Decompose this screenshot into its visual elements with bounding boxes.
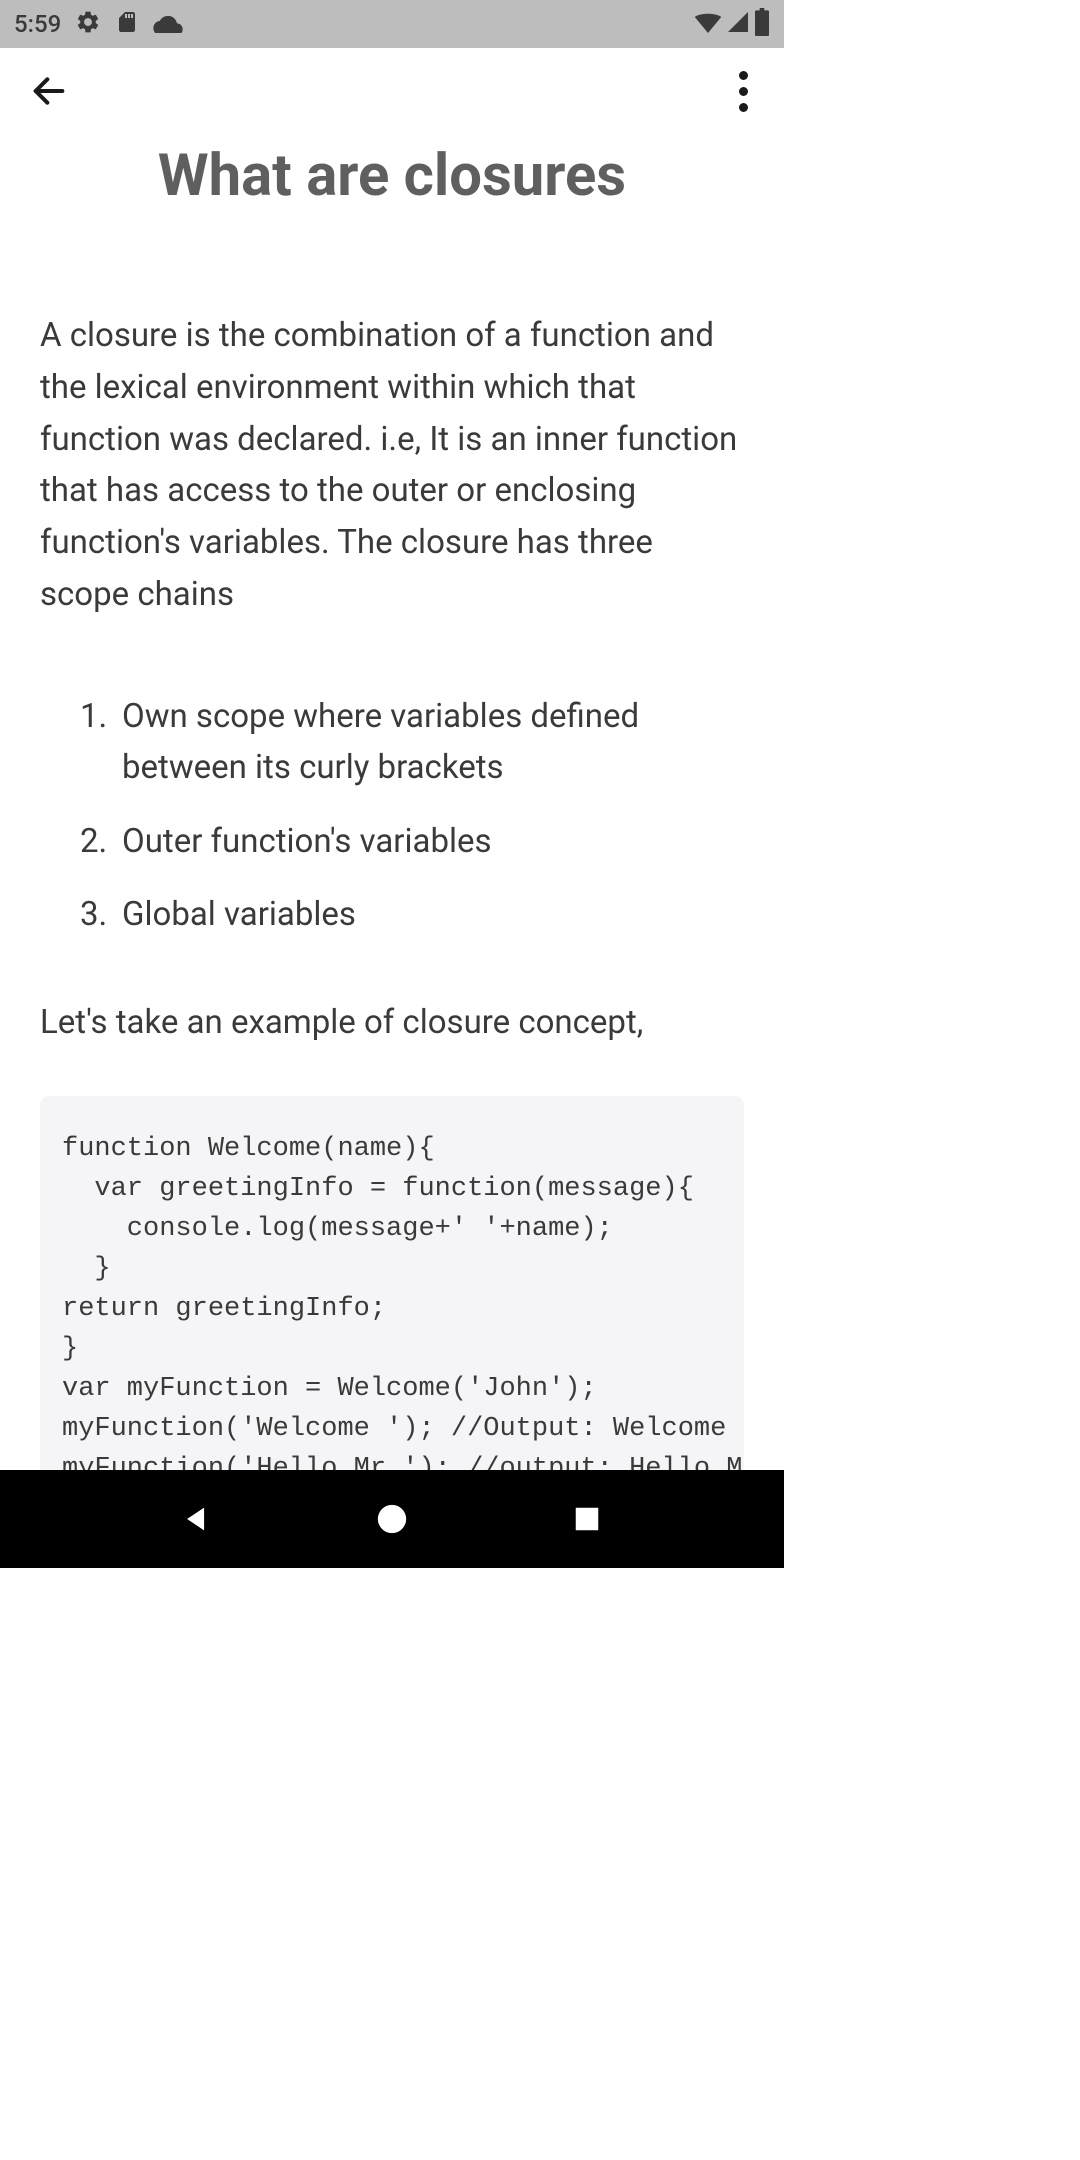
sd-card-icon bbox=[115, 10, 139, 38]
dot-icon bbox=[739, 87, 748, 96]
nav-home-button[interactable] bbox=[362, 1489, 422, 1549]
app-bar bbox=[0, 48, 784, 134]
list-number: 2. bbox=[80, 816, 122, 867]
dot-icon bbox=[739, 71, 748, 80]
battery-icon bbox=[754, 8, 770, 40]
list-item: 2. Outer function's variables bbox=[80, 816, 744, 867]
code-block: function Welcome(name){ var greetingInfo… bbox=[40, 1096, 744, 1470]
gear-icon bbox=[75, 9, 101, 39]
android-nav-bar bbox=[0, 1470, 784, 1568]
nav-back-button[interactable] bbox=[167, 1489, 227, 1549]
signal-icon bbox=[726, 10, 750, 38]
list-text: Outer function's variables bbox=[122, 816, 744, 867]
list-number: 1. bbox=[80, 691, 122, 794]
square-icon bbox=[572, 1504, 602, 1534]
scope-list: 1. Own scope where variables defined bet… bbox=[40, 691, 744, 941]
status-time: 5:59 bbox=[14, 10, 61, 38]
back-button[interactable] bbox=[28, 70, 70, 112]
transition-text: Let's take an example of closure concept… bbox=[40, 997, 744, 1049]
content-area[interactable]: What are closures A closure is the combi… bbox=[0, 134, 784, 1470]
cloud-icon bbox=[153, 11, 183, 37]
dot-icon bbox=[739, 103, 748, 112]
intro-paragraph: A closure is the combination of a functi… bbox=[40, 310, 744, 621]
arrow-left-icon bbox=[29, 71, 69, 111]
more-options-button[interactable] bbox=[722, 70, 764, 112]
list-item: 1. Own scope where variables defined bet… bbox=[80, 691, 744, 794]
status-left: 5:59 bbox=[14, 9, 183, 39]
list-number: 3. bbox=[80, 889, 122, 940]
list-text: Own scope where variables defined betwee… bbox=[122, 691, 744, 794]
nav-recents-button[interactable] bbox=[557, 1489, 617, 1549]
wifi-icon bbox=[694, 11, 722, 37]
list-text: Global variables bbox=[122, 889, 744, 940]
status-bar: 5:59 bbox=[0, 0, 784, 48]
triangle-left-icon bbox=[180, 1502, 214, 1536]
page-title: What are closures bbox=[40, 142, 744, 210]
circle-icon bbox=[375, 1502, 409, 1536]
list-item: 3. Global variables bbox=[80, 889, 744, 940]
status-right bbox=[694, 8, 770, 40]
